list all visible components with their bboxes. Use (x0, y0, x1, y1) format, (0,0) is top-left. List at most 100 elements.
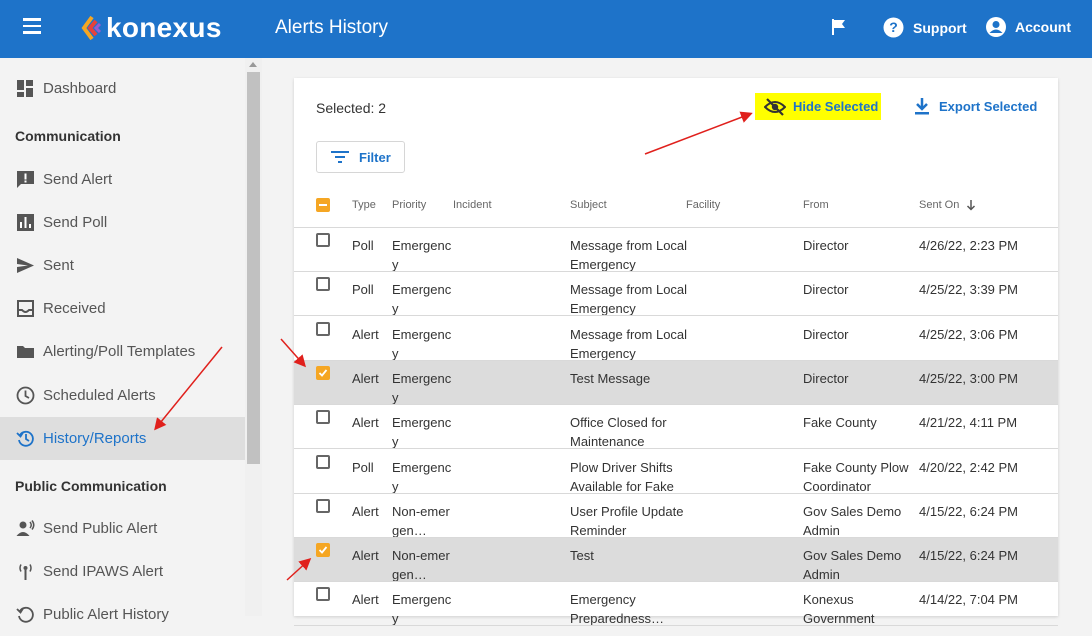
table-row[interactable]: Alert Emergency Emergency Preparedness… Kon… (294, 582, 1058, 626)
cell-priority: Emergency (392, 280, 452, 316)
sidebar-item-dashboard[interactable]: Dashboard (0, 67, 245, 110)
table-row[interactable]: Alert Non-emergen… Test Gov Sales Demo Admi… (294, 538, 1058, 582)
sidebar-item-public-history[interactable]: Public Alert History (0, 593, 245, 636)
export-selected-button[interactable]: Export Selected (914, 97, 1037, 115)
column-header-subject[interactable]: Subject (570, 199, 607, 211)
table-row[interactable]: Poll Emergency Message from Local Emergenc… (294, 228, 1058, 272)
sidebar-item-received[interactable]: Received (0, 287, 245, 330)
row-checkbox[interactable] (316, 410, 330, 424)
cell-type: Poll (352, 280, 388, 299)
account-circle-icon (986, 17, 1006, 37)
table-header: Type Priority Incident Subject Facility … (294, 182, 1058, 228)
column-header-type[interactable]: Type (352, 199, 376, 211)
cell-from-text: Director (803, 371, 849, 386)
history-icon (16, 606, 34, 623)
scrollbar-thumb[interactable] (247, 72, 260, 464)
svg-text:?: ? (889, 19, 898, 35)
cell-from-text: Director (803, 282, 849, 297)
cell-sent-on-text: 4/20/22, 2:42 PM (919, 460, 1019, 475)
account-button[interactable]: Account (986, 17, 1071, 37)
row-checkbox[interactable] (316, 233, 330, 247)
hamburger-menu-icon[interactable] (18, 14, 46, 42)
column-header-priority[interactable]: Priority (392, 199, 426, 211)
sidebar-item-scheduled[interactable]: Scheduled Alerts (0, 374, 245, 417)
table-row[interactable]: Alert Emergency Office Closed for Maintena… (294, 405, 1058, 449)
sidebar-item-history[interactable]: History/Reports (0, 417, 245, 460)
eye-off-icon (764, 97, 786, 116)
row-checkbox[interactable] (316, 587, 330, 601)
row-checkbox[interactable] (316, 543, 330, 557)
hide-selected-label: Hide Selected (793, 99, 879, 114)
column-header-incident[interactable]: Incident (453, 199, 492, 211)
hide-selected-button[interactable]: Hide Selected (755, 93, 881, 120)
cell-from: Director (803, 369, 915, 388)
cell-type: Poll (352, 236, 388, 255)
column-header-sent-on[interactable]: Sent On (919, 199, 977, 211)
sidebar-item-templates[interactable]: Alerting/Poll Templates (0, 330, 245, 373)
cell-sent-on: 4/25/22, 3:39 PM (919, 280, 1054, 299)
help-circle-icon: ? (883, 17, 904, 38)
account-label: Account (1015, 19, 1071, 35)
cell-subject-text: Message from Local Emergency Management (570, 327, 688, 361)
cell-priority: Emergency (392, 236, 452, 272)
cell-subject: User Profile Update Reminder (570, 502, 688, 538)
cell-type-text: Alert (352, 327, 379, 342)
sidebar-item-send-poll[interactable]: Send Poll (0, 201, 245, 244)
table-row[interactable]: Poll Emergency Plow Driver Shifts Availabl… (294, 450, 1058, 494)
cell-subject-text: User Profile Update Reminder (570, 504, 684, 538)
inbox-icon (17, 300, 34, 317)
check-icon (318, 546, 328, 554)
sidebar-item-send-alert[interactable]: Send Alert (0, 158, 245, 201)
support-button[interactable]: ? Support (883, 17, 967, 38)
column-header-from[interactable]: From (803, 199, 829, 211)
cell-priority-text: Emergency (392, 238, 452, 272)
cell-sent-on: 4/20/22, 2:42 PM (919, 458, 1054, 477)
cell-priority: Non-emergen… (392, 502, 452, 537)
cell-priority-text: Emergency (392, 592, 452, 626)
table-row[interactable]: Alert Emergency Test Message Director 4/25/2… (294, 361, 1058, 405)
table-row[interactable]: Alert Emergency Message from Local Emergen… (294, 317, 1058, 361)
sidebar-item-send-ipaws-alert[interactable]: Send IPAWS Alert (0, 550, 245, 593)
konexus-logo[interactable]: konexus (80, 12, 222, 44)
cell-subject-text: Message from Local Emergency Management (570, 238, 688, 272)
row-checkbox[interactable] (316, 366, 330, 380)
cell-subject: Message from Local Emergency Management (570, 325, 688, 361)
cell-subject-text: Emergency Preparedness… (570, 592, 664, 626)
antenna-icon (19, 564, 32, 580)
cell-from-text: Director (803, 327, 849, 342)
cell-from: Director (803, 236, 915, 255)
alerts-history-card: Selected: 2 Hide Selected Export Selecte… (294, 78, 1058, 626)
filter-button[interactable]: Filter (316, 141, 405, 173)
cell-sent-on-text: 4/26/22, 2:23 PM (919, 238, 1019, 253)
sidebar-item-sent[interactable]: Sent (0, 244, 245, 287)
cell-type: Poll (352, 458, 388, 477)
cell-priority-text: Emergency (392, 282, 452, 316)
flag-icon[interactable] (830, 17, 848, 42)
select-all-checkbox[interactable] (316, 198, 330, 212)
logo-text: konexus (106, 12, 222, 43)
scroll-up-arrow-icon[interactable] (249, 62, 257, 67)
cell-subject-text: Message from Local Emergency Management (570, 282, 688, 316)
cell-sent-on-text: 4/21/22, 4:11 PM (919, 415, 1018, 430)
table-row[interactable]: Alert Non-emergen… User Profile Update Rem… (294, 494, 1058, 538)
folder-icon (17, 346, 34, 358)
cell-sent-on-text: 4/14/22, 7:04 PM (919, 592, 1019, 607)
sidebar-scrollbar[interactable] (245, 58, 262, 616)
top-app-bar: konexus Alerts History ? Support Account (0, 0, 1092, 58)
row-checkbox[interactable] (316, 499, 330, 513)
row-checkbox[interactable] (316, 322, 330, 336)
cell-sent-on: 4/25/22, 3:06 PM (919, 325, 1054, 344)
cell-from: Fake County (803, 413, 915, 432)
cell-type: Alert (352, 502, 388, 521)
cell-sent-on: 4/21/22, 4:11 PM (919, 413, 1054, 432)
row-checkbox[interactable] (316, 277, 330, 291)
send-icon (17, 258, 34, 273)
cell-from-text: Gov Sales Demo Admin (803, 548, 902, 582)
sidebar-item-send-public-alert[interactable]: Send Public Alert (0, 507, 245, 550)
row-checkbox[interactable] (316, 455, 330, 469)
column-header-facility[interactable]: Facility (686, 199, 720, 211)
cell-subject: Emergency Preparedness… (570, 590, 688, 626)
sent-on-label: Sent On (919, 199, 960, 211)
table-row[interactable]: Poll Emergency Message from Local Emergenc… (294, 272, 1058, 316)
cell-from: Fake County Plow Coordinator (803, 458, 915, 493)
